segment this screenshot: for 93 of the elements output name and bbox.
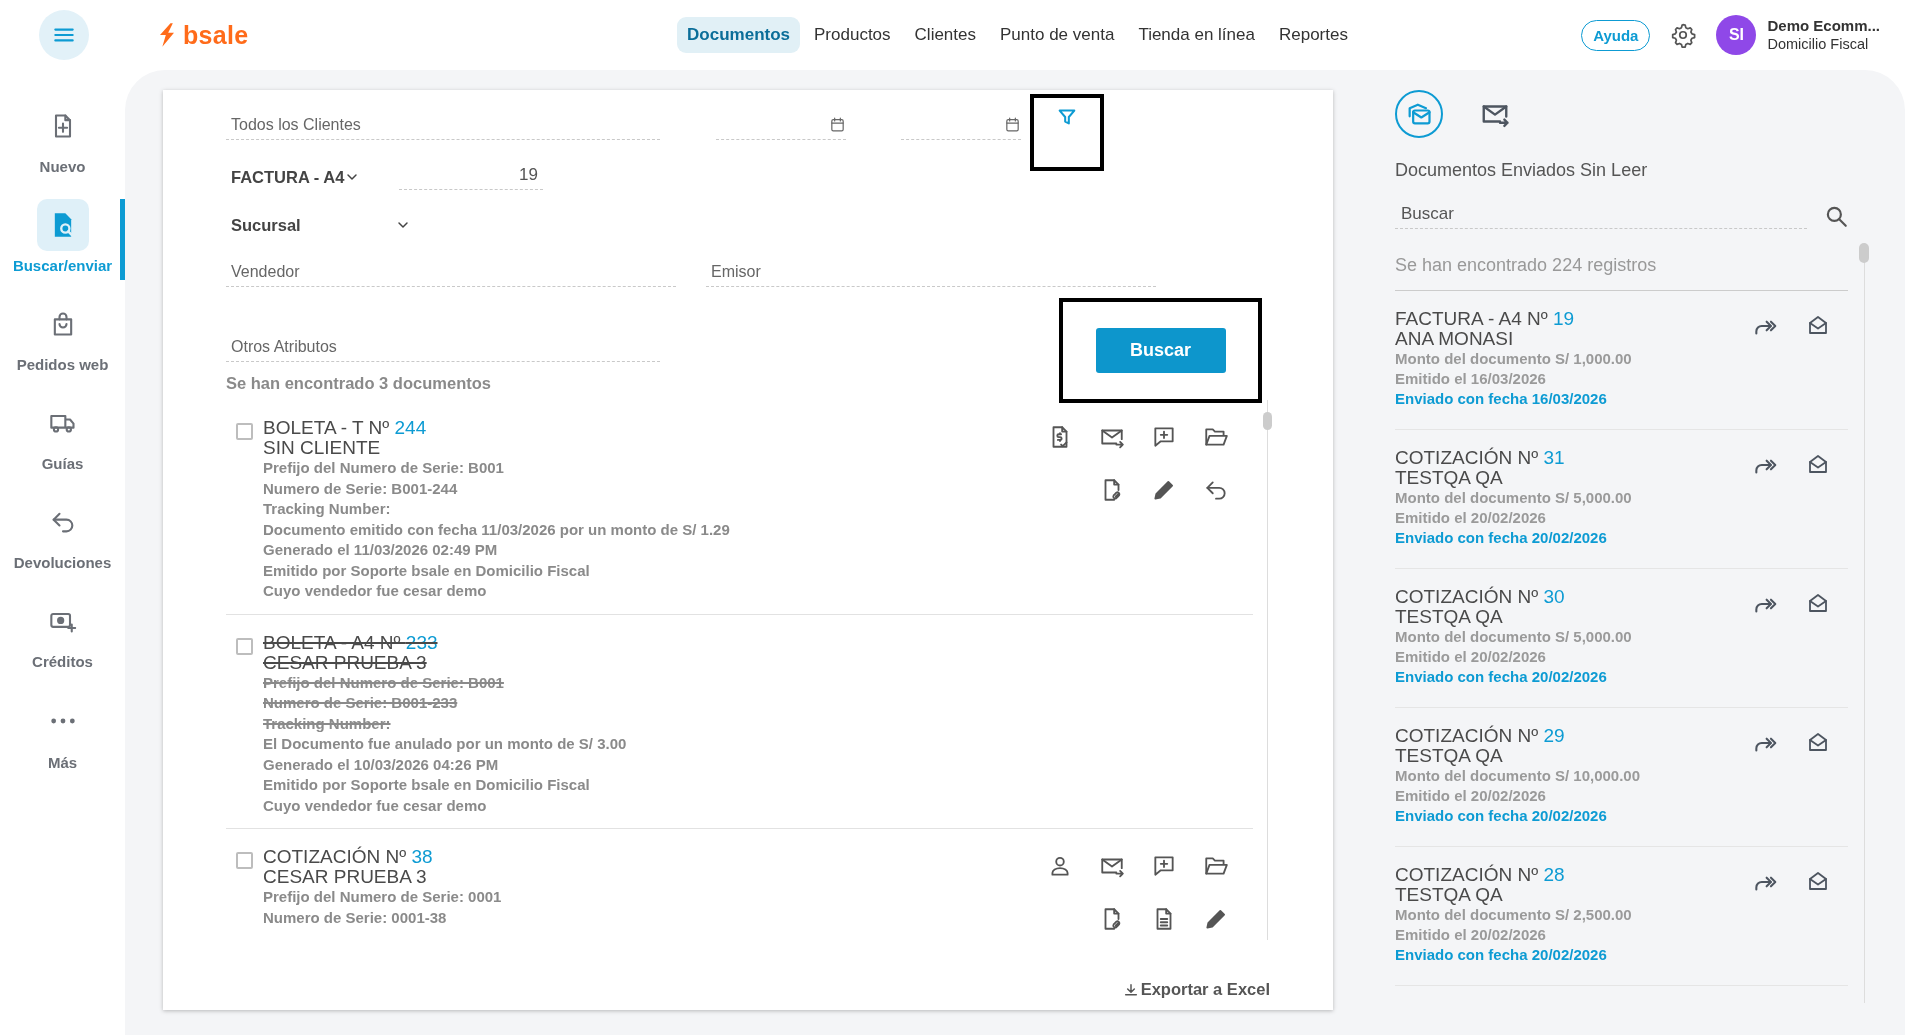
document-detail: Numero de Serie: 0001-38	[263, 907, 448, 928]
sent-date: Enviado con fecha 20/02/2026	[1395, 945, 1608, 965]
export-link[interactable]: Exportar a Excel	[1122, 980, 1270, 999]
more-dots-icon	[48, 717, 77, 725]
document-detail: Prefijo del Numero de Serie: B001	[263, 672, 505, 693]
document-detail: Tracking Number:	[263, 499, 392, 519]
client-name: TESTQA QA	[1395, 746, 1504, 766]
sidebar-item[interactable]: Guías	[0, 397, 125, 478]
nav-tab[interactable]: Documentos	[677, 17, 801, 53]
checkbox[interactable]	[236, 852, 253, 869]
document-title[interactable]: FACTURA - A4 Nº 19	[1395, 309, 1752, 329]
document-title[interactable]: COTIZACIÓN Nº 28	[1395, 865, 1752, 885]
document-detail: Emitido por Soporte bsale en Domicilio Fiscal	[263, 560, 591, 581]
document-amount: Monto del documento S/ 2,500.00	[1395, 905, 1633, 925]
number-field[interactable]: 19	[399, 164, 543, 190]
document-detail: Documento emitido con fecha 11/03/2026 por un monto de S/ 1.29	[263, 519, 731, 540]
client-name: CESAR PRUEBA 3	[263, 652, 428, 673]
client-name: TESTQA QA	[1395, 607, 1504, 627]
checkbox[interactable]	[236, 423, 253, 440]
nav-tab[interactable]: Punto de venta	[990, 17, 1125, 53]
attributes-field[interactable]: Otros Atributos	[226, 336, 660, 362]
document-title[interactable]: COTIZACIÓN Nº 31	[1395, 448, 1752, 468]
download-icon	[1122, 981, 1139, 998]
sidebar-item[interactable]: Devoluciones	[0, 496, 125, 577]
sidebar-item[interactable]: Nuevo	[0, 100, 125, 181]
document-search-icon	[36, 199, 89, 251]
document-amount: Monto del documento S/ 5,000.00	[1395, 627, 1633, 647]
issue-date: Emitido el 20/02/2026	[1395, 647, 1547, 667]
open-envelope-icon[interactable]	[1806, 730, 1830, 754]
document-detail: El Documento fue anulado por un monto de S/ 3.00	[263, 734, 628, 754]
open-envelope-icon[interactable]	[1806, 313, 1830, 337]
nav-tab[interactable]: Productos	[804, 17, 901, 53]
sent-date: Enviado con fecha 16/03/2026	[1395, 389, 1608, 409]
issue-date: Emitido el 20/02/2026	[1395, 508, 1547, 528]
document-detail: Prefijo del Numero de Serie: B001	[263, 458, 505, 478]
menu-button[interactable]	[39, 10, 89, 60]
issue-date: Emitido el 20/02/2026	[1395, 925, 1547, 945]
nav-tab[interactable]: Tienda en línea	[1128, 17, 1265, 53]
document-title[interactable]: BOLETA - T Nº 244	[263, 418, 1034, 438]
user-location: Domicilio Fiscal	[1767, 35, 1870, 53]
comment-plus-icon[interactable]	[1151, 424, 1177, 450]
document-title[interactable]: COTIZACIÓN Nº 30	[1395, 587, 1752, 607]
settings-icon[interactable]	[1670, 22, 1697, 48]
client-name: SIN CLIENTE	[263, 438, 382, 458]
comment-plus-icon[interactable]	[1151, 853, 1177, 879]
sent-date: Enviado con fecha 20/02/2026	[1395, 806, 1608, 826]
document-detail: Tracking Number:	[263, 713, 392, 734]
sidebar-item[interactable]: Créditos	[0, 595, 125, 676]
document-detail: Cuyo vendedor fue cesar demo	[263, 795, 488, 816]
sidebar-item[interactable]: Más	[0, 694, 125, 777]
calendar-icon	[829, 116, 846, 133]
results-count: Se han encontrado 3 documentos	[226, 374, 492, 393]
document-detail: Generado el 11/03/2026 02:49 PM	[263, 540, 499, 560]
document-detail: Generado el 10/03/2026 04:26 PM	[263, 754, 500, 775]
document-detail: Emitido por Soporte bsale en Domicilio Fiscal	[263, 775, 591, 795]
issuer-field[interactable]: Emisor	[706, 261, 1156, 287]
nav-tab[interactable]: Clientes	[904, 17, 986, 53]
document-amount: Monto del documento S/ 10,000.00	[1395, 766, 1642, 786]
client-name: TESTQA QA	[1395, 885, 1504, 905]
client-field[interactable]: Todos los Clientes	[226, 114, 660, 140]
records-count: Se han encontrado 224 registros	[1395, 243, 1848, 291]
client-name: ANA MONASI	[1395, 329, 1515, 349]
user-avatar[interactable]: SI	[1716, 15, 1757, 55]
document-title[interactable]: BOLETA - A4 Nº 233	[263, 632, 1034, 653]
panel-title: Documentos Enviados Sin Leer	[1395, 160, 1649, 181]
sidebar-item[interactable]: Pedidos web	[0, 298, 125, 379]
search-field[interactable]: Buscar	[1395, 203, 1807, 229]
document-title[interactable]: COTIZACIÓN Nº 29	[1395, 726, 1752, 746]
document-type-dropdown[interactable]: FACTURA - A4	[226, 162, 376, 192]
issue-date: Emitido el 16/03/2026	[1395, 369, 1547, 389]
open-envelope-icon[interactable]	[1806, 452, 1830, 476]
sent-date: Enviado con fecha 20/02/2026	[1395, 528, 1608, 548]
document-amount: Monto del documento S/ 5,000.00	[1395, 488, 1633, 508]
checkbox[interactable]	[236, 637, 253, 655]
sent-date: Enviado con fecha 20/02/2026	[1395, 667, 1608, 687]
document-detail: Numero de Serie: B001-244	[263, 478, 459, 499]
nav-tab[interactable]: Reportes	[1268, 17, 1358, 53]
branch-dropdown[interactable]: Sucursal	[226, 210, 416, 240]
document-detail: Prefijo del Numero de Serie: 0001	[263, 887, 503, 907]
open-envelope-icon[interactable]	[1806, 869, 1830, 893]
client-name: CESAR PRUEBA 3	[263, 867, 428, 887]
client-name: TESTQA QA	[1395, 468, 1504, 488]
user-name: Demo Ecomm...	[1767, 17, 1880, 35]
envelope-stack-tab[interactable]	[1395, 90, 1443, 138]
issue-date: Emitido el 20/02/2026	[1395, 786, 1547, 806]
open-envelope-icon[interactable]	[1806, 591, 1830, 615]
seller-field[interactable]: Vendedor	[226, 261, 676, 287]
logo-text: bsale	[183, 20, 249, 50]
calendar-icon	[1004, 116, 1021, 133]
document-title[interactable]: COTIZACIÓN Nº 38	[263, 847, 1034, 867]
document-amount: Monto del documento S/ 1,000.00	[1395, 349, 1633, 369]
document-detail: Numero de Serie: B001-233	[263, 693, 459, 713]
document-detail: Cuyo vendedor fue cesar demo	[263, 581, 488, 601]
